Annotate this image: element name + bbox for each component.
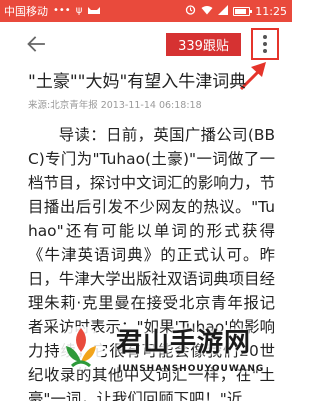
overflow-dot-icon (263, 35, 267, 39)
more-notifications-icon: ••• (53, 5, 71, 16)
status-time: 11:25 (255, 4, 287, 18)
overflow-dot-icon (263, 49, 267, 53)
article-headline: "土豪""大妈"有望入牛津词典 (28, 72, 247, 92)
back-arrow-icon (27, 36, 45, 52)
comment-count-button[interactable]: 339跟贴 (166, 33, 241, 56)
back-button[interactable] (22, 30, 50, 58)
article-content: "土豪""大妈"有望入牛津词典 来源:北京青年报 2013-11-14 06:1… (0, 68, 292, 401)
overflow-dot-icon (263, 42, 267, 46)
carrier-label: 中国移动 (4, 5, 48, 18)
cat-notification-icon (87, 5, 101, 18)
usb-icon: ψ (75, 5, 83, 16)
overflow-menu-button[interactable] (251, 28, 279, 60)
status-left: 中国移动 ••• ψ (4, 3, 101, 19)
status-bar: 中国移动 ••• ψ 11:25 (0, 0, 292, 22)
status-right: 11:25 (185, 4, 287, 18)
article-body: 导读：日前，英国广播公司(BBC)专门为"Tuhao(土豪)"一词做了一档节目，… (28, 126, 275, 401)
article-meta: 来源:北京青年报 2013-11-14 06:18:18 (28, 100, 202, 111)
battery-icon (233, 6, 253, 16)
alarm-icon (185, 4, 196, 18)
signal-icon (218, 4, 229, 18)
wifi-icon (201, 5, 213, 18)
